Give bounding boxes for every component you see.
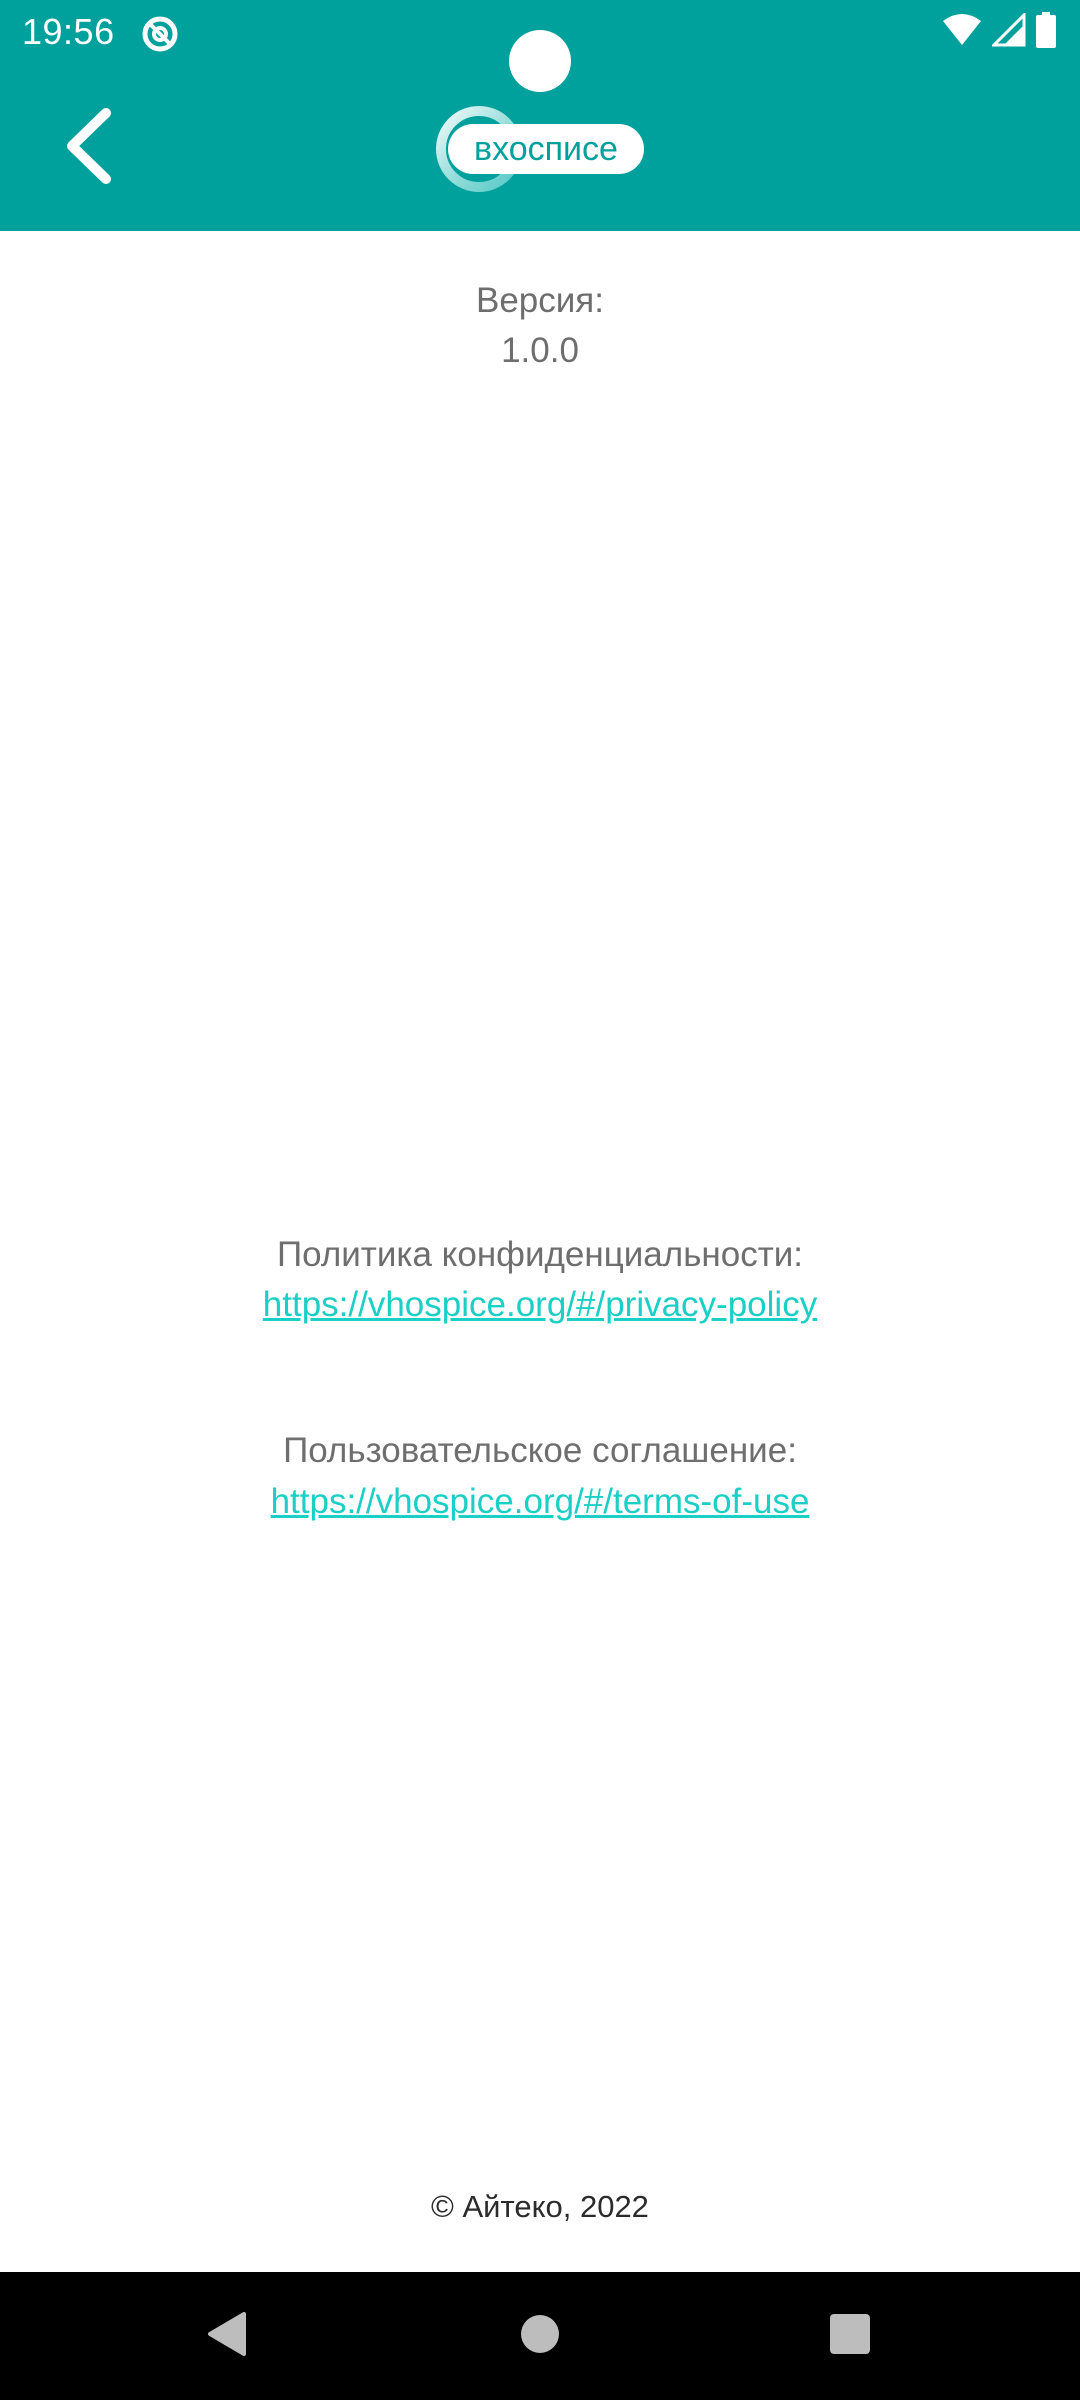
cell-signal-icon (990, 10, 1026, 52)
logo-text: вхосписе (474, 130, 618, 168)
copyright-text: © Айтеко, 2022 (431, 2189, 649, 2224)
back-button[interactable] (40, 100, 136, 196)
terms-of-use-link[interactable]: https://vhospice.org/#/terms-of-use (271, 1482, 810, 1521)
privacy-policy-label: Политика конфиденциальности: (276, 1235, 804, 1274)
terms-of-use-label: Пользовательское соглашение: (283, 1431, 797, 1470)
nav-recents-button[interactable] (810, 2296, 890, 2376)
status-icons (942, 10, 1056, 53)
logo-wordmark: вхосписе (448, 124, 644, 174)
privacy-policy-link[interactable]: https://vhospice.org/#/privacy-policy (263, 1285, 817, 1324)
wifi-icon (942, 13, 982, 52)
chevron-left-icon (62, 107, 114, 190)
home-circle-icon (519, 2313, 561, 2360)
version-value: 1.0.0 (501, 331, 579, 370)
recents-square-icon (829, 2313, 871, 2360)
status-time: 19:56 (22, 11, 115, 52)
battery-icon (1036, 11, 1056, 53)
app-logo: вхосписе (436, 106, 646, 192)
nav-back-button[interactable] (186, 2296, 266, 2376)
app-notification-icon (140, 14, 180, 54)
terms-of-use-link-row: https://vhospice.org/#/terms-of-use (0, 1477, 1080, 1527)
version-label: Версия: (475, 281, 604, 320)
nav-home-button[interactable] (500, 2296, 580, 2376)
back-triangle-icon (204, 2310, 248, 2363)
system-nav-bar (0, 2272, 1080, 2400)
privacy-policy-link-row: https://vhospice.org/#/privacy-policy (0, 1280, 1080, 1330)
camera-cutout (509, 30, 571, 92)
